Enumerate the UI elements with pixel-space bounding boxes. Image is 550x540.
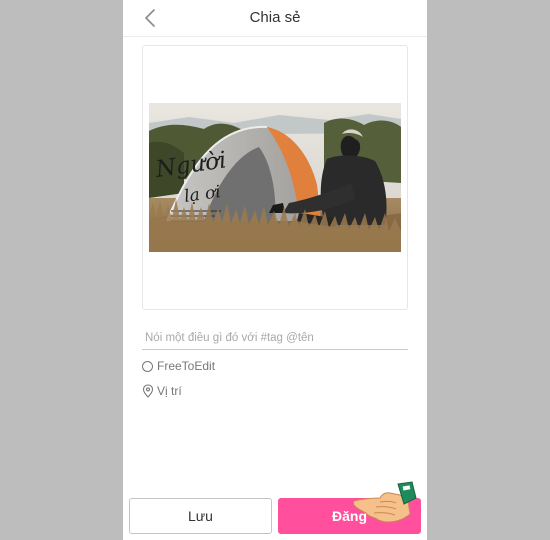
header-bar: Chia sẻ [123,0,427,37]
page-title: Chia sẻ [249,9,301,26]
free-to-edit-label: FreeToEdit [157,359,216,373]
share-screen: Chia sẻ Người lạ ơi Nói một điều gì đó v… [123,0,427,540]
photo-preview[interactable]: Người lạ ơi [149,103,401,252]
post-button-label: Đăng [332,508,367,524]
location-option[interactable]: Vị trí [142,383,182,399]
map-pin-icon [142,384,154,398]
free-to-edit-toggle[interactable]: FreeToEdit [142,358,215,374]
radio-button[interactable] [142,360,153,372]
save-button[interactable]: Lưu [129,498,272,534]
location-label: Vị trí [157,384,182,398]
caption-input[interactable] [142,326,408,350]
photo-preview-card: Người lạ ơi [142,45,408,310]
save-button-label: Lưu [188,508,213,524]
post-button[interactable]: Đăng [278,498,421,534]
